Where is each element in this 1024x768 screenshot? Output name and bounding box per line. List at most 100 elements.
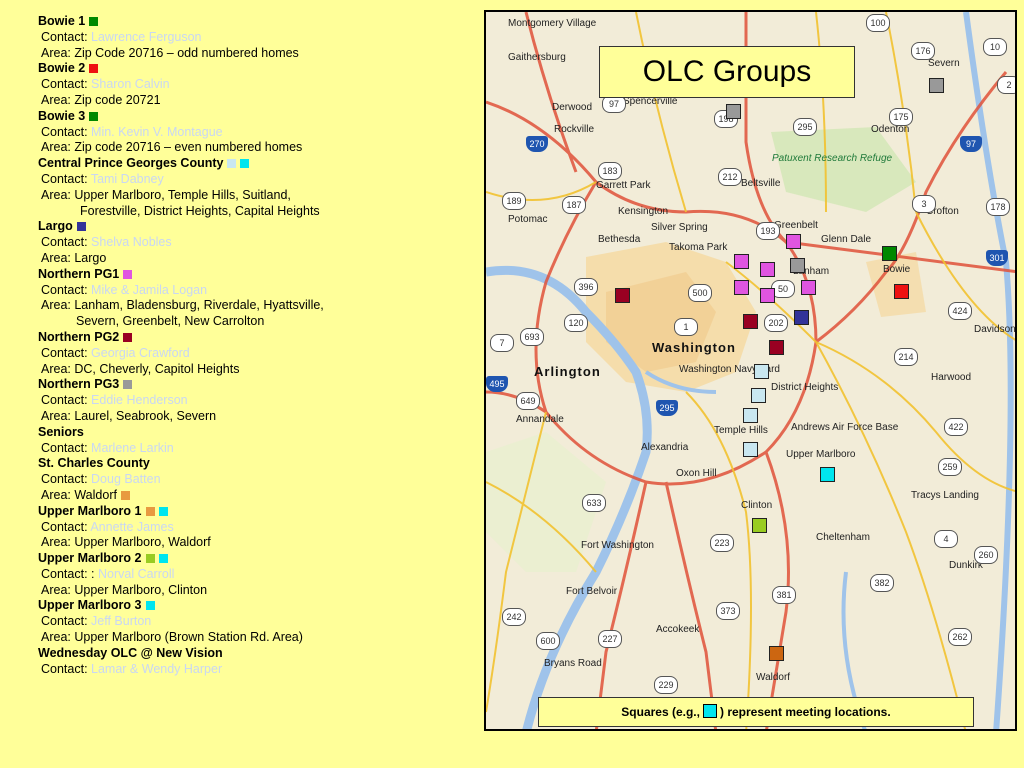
- meeting-location-marker[interactable]: [726, 104, 741, 119]
- color-swatch: [123, 380, 133, 390]
- group-name: Wednesday OLC @ New Vision: [38, 645, 223, 660]
- group-name: Seniors: [38, 424, 84, 439]
- meeting-location-marker[interactable]: [894, 284, 909, 299]
- color-swatch: [120, 490, 130, 500]
- route-shield: 381: [772, 586, 796, 604]
- meeting-location-marker[interactable]: [786, 234, 801, 249]
- route-shield: 649: [516, 392, 540, 410]
- area-line: Area: Lanham, Bladensburg, Riverdale, Hy…: [38, 298, 478, 314]
- contact-link[interactable]: Doug Batten: [91, 472, 161, 486]
- route-shield: 212: [718, 168, 742, 186]
- contact-link[interactable]: Shelva Nobles: [91, 235, 172, 249]
- place-label: Clinton: [741, 500, 773, 511]
- group-name: Northern PG1: [38, 266, 120, 281]
- contact-link[interactable]: Georgia Crawford: [91, 346, 190, 360]
- meeting-location-marker[interactable]: [760, 262, 775, 277]
- map-legend: Squares (e.g.,) represent meeting locati…: [538, 697, 974, 727]
- contact-label: Contact:: [41, 472, 92, 487]
- meeting-location-marker[interactable]: [751, 388, 766, 403]
- place-label: Garrett Park: [596, 180, 651, 191]
- contact-link[interactable]: Eddie Henderson: [91, 393, 188, 407]
- contact-line: Contact: Eddie Henderson: [38, 393, 478, 409]
- area-line: Area: Upper Marlboro, Waldorf: [38, 535, 478, 551]
- color-swatch: [240, 159, 250, 169]
- route-shield: 295: [793, 118, 817, 136]
- group-name: Northern PG3: [38, 377, 120, 392]
- group-name: Largo: [38, 219, 73, 234]
- meeting-location-marker[interactable]: [882, 246, 897, 261]
- contact-link[interactable]: Jeff Burton: [91, 614, 151, 628]
- meeting-location-marker[interactable]: [794, 310, 809, 325]
- contact-link[interactable]: Lawrence Ferguson: [91, 30, 201, 44]
- place-label: District Heights: [771, 382, 839, 393]
- route-shield: 227: [598, 630, 622, 648]
- color-swatch: [158, 506, 168, 516]
- meeting-location-marker[interactable]: [929, 78, 944, 93]
- contact-label: Contact:: [41, 29, 92, 44]
- meeting-location-marker[interactable]: [743, 314, 758, 329]
- contact-link[interactable]: Norval Carroll: [98, 567, 174, 581]
- route-shield: 1: [674, 318, 698, 336]
- meeting-location-marker[interactable]: [615, 288, 630, 303]
- interstate-shield: 301: [986, 250, 1008, 266]
- interstate-shield: 97: [960, 136, 982, 152]
- area-line: Severn, Greenbelt, New Carrolton: [38, 314, 478, 330]
- contact-link[interactable]: Lamar & Wendy Harper: [91, 662, 222, 676]
- place-label: Arlington: [534, 364, 601, 379]
- contact-line: Contact: Marlene Larkin: [38, 441, 478, 457]
- area-line: Area: Largo: [38, 251, 478, 267]
- meeting-location-marker[interactable]: [743, 442, 758, 457]
- place-label: Harwood: [931, 372, 972, 383]
- route-shield: 693: [520, 328, 544, 346]
- area-text: Area: Zip code 20716 – even numbered hom…: [41, 140, 303, 155]
- meeting-location-marker[interactable]: [754, 364, 769, 379]
- contact-link[interactable]: Min. Kevin V. Montague: [91, 125, 223, 139]
- contact-link[interactable]: Tami Dabney: [91, 172, 164, 186]
- color-swatch: [76, 222, 86, 232]
- color-swatch: [89, 64, 99, 74]
- contact-link[interactable]: Marlene Larkin: [91, 441, 174, 455]
- area-line: Area: Laurel, Seabrook, Severn: [38, 409, 478, 425]
- contact-link[interactable]: Annette James: [90, 520, 173, 534]
- meeting-location-marker[interactable]: [820, 467, 835, 482]
- place-label: Gaithersburg: [508, 52, 566, 63]
- route-shield: 100: [866, 14, 890, 32]
- meeting-location-marker[interactable]: [752, 518, 767, 533]
- group-name: Bowie 2: [38, 61, 86, 76]
- meeting-location-marker[interactable]: [790, 258, 805, 273]
- area-line: Area: Upper Marlboro (Brown Station Rd. …: [38, 630, 478, 646]
- group-heading: Upper Marlboro 3: [38, 598, 478, 614]
- color-swatch: [123, 332, 133, 342]
- contact-label: Contact:: [41, 124, 92, 139]
- route-shield: 229: [654, 676, 678, 694]
- place-label: Takoma Park: [669, 242, 728, 253]
- place-label: Glenn Dale: [821, 234, 872, 245]
- group-name: Bowie 1: [38, 14, 86, 28]
- meeting-location-marker[interactable]: [734, 280, 749, 295]
- route-shield: 189: [502, 192, 526, 210]
- group-heading: Wednesday OLC @ New Vision: [38, 646, 478, 662]
- meeting-location-marker[interactable]: [801, 280, 816, 295]
- place-label: Waldorf: [756, 672, 791, 683]
- contact-link[interactable]: Sharon Calvin: [91, 77, 170, 91]
- route-shield: 223: [710, 534, 734, 552]
- meeting-location-marker[interactable]: [760, 288, 775, 303]
- route-shield: 260: [974, 546, 998, 564]
- group-heading: Upper Marlboro 1: [38, 504, 478, 520]
- meeting-location-marker[interactable]: [734, 254, 749, 269]
- place-label: Rockville: [554, 124, 595, 135]
- contact-link[interactable]: Mike & Jamila Logan: [91, 283, 207, 297]
- contact-label: Contact:: [41, 282, 92, 297]
- meeting-location-marker[interactable]: [769, 340, 784, 355]
- meeting-location-marker[interactable]: [743, 408, 758, 423]
- area-line: Area: DC, Cheverly, Capitol Heights: [38, 362, 478, 378]
- group-name: Northern PG2: [38, 329, 120, 344]
- color-swatch: [227, 159, 237, 169]
- group-name: St. Charles County: [38, 456, 150, 471]
- route-shield: 422: [944, 418, 968, 436]
- route-shield: 259: [938, 458, 962, 476]
- contact-label: Contact:: [41, 614, 92, 629]
- group-heading: St. Charles County: [38, 456, 478, 472]
- group-heading: Northern PG1: [38, 267, 478, 283]
- meeting-location-marker[interactable]: [769, 646, 784, 661]
